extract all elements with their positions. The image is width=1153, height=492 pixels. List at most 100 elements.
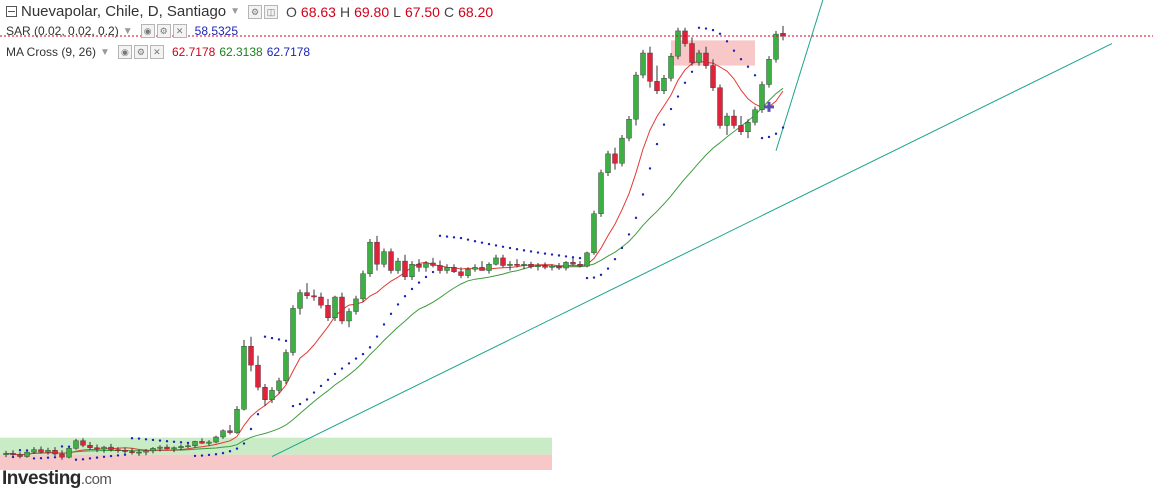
candle-body bbox=[101, 446, 107, 450]
candle bbox=[626, 116, 632, 142]
sar-dot bbox=[109, 454, 113, 458]
candle bbox=[339, 292, 345, 325]
price-chart[interactable] bbox=[0, 0, 1153, 492]
sar-dot bbox=[774, 132, 778, 135]
candle-body bbox=[409, 264, 415, 278]
sar-dot bbox=[305, 398, 309, 401]
candle bbox=[605, 150, 611, 176]
sar-dot bbox=[81, 458, 85, 461]
sar-dot bbox=[746, 65, 750, 68]
sar-dot bbox=[137, 437, 141, 440]
sar-dot bbox=[214, 453, 218, 456]
candle bbox=[234, 406, 240, 434]
sar-controls: ◉ ⚙ ✕ bbox=[140, 24, 187, 38]
candle-body bbox=[521, 264, 527, 266]
candle-body bbox=[304, 292, 310, 296]
high-value: 69.80 bbox=[354, 3, 390, 20]
eye-icon[interactable]: ◉ bbox=[140, 24, 155, 38]
candle-body bbox=[185, 445, 191, 448]
candle bbox=[654, 65, 660, 94]
candle-body bbox=[724, 115, 730, 126]
logo-text: Investing bbox=[2, 468, 81, 489]
candle-body bbox=[710, 65, 716, 88]
candle bbox=[227, 425, 233, 435]
source-icon[interactable]: ◫ bbox=[264, 4, 279, 19]
candle bbox=[416, 259, 422, 272]
chevron-down-icon[interactable]: ▼ bbox=[230, 6, 240, 17]
candle-body bbox=[619, 137, 625, 164]
sar-dot bbox=[151, 438, 155, 442]
candle bbox=[759, 81, 765, 113]
chevron-down-icon[interactable]: ▼ bbox=[123, 26, 133, 37]
candle-body bbox=[255, 364, 261, 388]
close-icon[interactable]: ✕ bbox=[172, 24, 187, 38]
candle-body bbox=[73, 440, 79, 449]
sar-dot bbox=[578, 256, 582, 260]
candle bbox=[507, 261, 513, 271]
candle-body bbox=[122, 450, 128, 452]
sar-dot bbox=[599, 273, 603, 277]
sar-dot bbox=[60, 445, 64, 448]
sar-dot bbox=[221, 451, 225, 455]
candle bbox=[493, 254, 499, 266]
candle-body bbox=[416, 264, 422, 268]
candle bbox=[220, 429, 226, 439]
candle bbox=[647, 46, 653, 88]
sar-dot bbox=[333, 372, 337, 376]
sar-dot bbox=[235, 447, 239, 450]
candle-body bbox=[479, 267, 485, 271]
sar-dot bbox=[676, 95, 680, 98]
sar-dot bbox=[508, 246, 512, 250]
collapse-icon[interactable] bbox=[6, 6, 17, 17]
eye-icon[interactable]: ◉ bbox=[117, 45, 132, 59]
candle-body bbox=[647, 52, 653, 82]
settings-icon[interactable]: ⚙ bbox=[248, 4, 263, 19]
gear-icon[interactable]: ⚙ bbox=[156, 24, 171, 38]
sar-dot bbox=[529, 250, 533, 253]
sar-dot bbox=[53, 456, 57, 459]
sar-dot bbox=[732, 49, 736, 52]
candle bbox=[269, 387, 275, 403]
sar-dot bbox=[431, 270, 435, 274]
gear-icon[interactable]: ⚙ bbox=[133, 45, 148, 59]
candle-body bbox=[178, 446, 184, 448]
candle bbox=[213, 435, 219, 444]
candle-body bbox=[731, 115, 737, 126]
candle bbox=[661, 75, 667, 94]
close-icon[interactable]: ✕ bbox=[149, 45, 164, 59]
logo-suffix: .com bbox=[80, 471, 112, 488]
sar-dot bbox=[11, 455, 15, 459]
sar-dot bbox=[417, 281, 421, 284]
candle-body bbox=[451, 267, 457, 272]
candle bbox=[724, 112, 730, 135]
candle-body bbox=[31, 449, 37, 453]
candle-body bbox=[241, 345, 247, 410]
ma-cross-label: MA Cross (9, 26) bbox=[6, 45, 97, 59]
candle-body bbox=[430, 262, 436, 266]
candle bbox=[619, 134, 625, 167]
chevron-down-icon[interactable]: ▼ bbox=[100, 47, 110, 58]
sar-dot bbox=[186, 441, 190, 445]
candle-body bbox=[290, 308, 296, 353]
sar-dot bbox=[361, 352, 365, 356]
sar-dot bbox=[144, 438, 148, 441]
sar-dot bbox=[25, 449, 29, 452]
candle-body bbox=[402, 260, 408, 278]
candle bbox=[262, 384, 268, 407]
sar-dot bbox=[564, 255, 568, 258]
low-label: L bbox=[393, 3, 401, 20]
sar-dot bbox=[669, 107, 673, 111]
trendlines bbox=[271, 0, 1113, 457]
candle-body bbox=[353, 298, 359, 312]
candle-body bbox=[192, 441, 198, 447]
candle-body bbox=[199, 441, 205, 444]
candle bbox=[675, 27, 681, 60]
sar-dot bbox=[347, 362, 351, 365]
candle-body bbox=[94, 447, 100, 450]
candle-body bbox=[689, 43, 695, 63]
sar-value: 58.5325 bbox=[194, 24, 239, 38]
sar-dot bbox=[326, 378, 330, 381]
sar-dot bbox=[522, 249, 526, 252]
sar-dot bbox=[249, 427, 253, 431]
candle bbox=[766, 56, 772, 88]
